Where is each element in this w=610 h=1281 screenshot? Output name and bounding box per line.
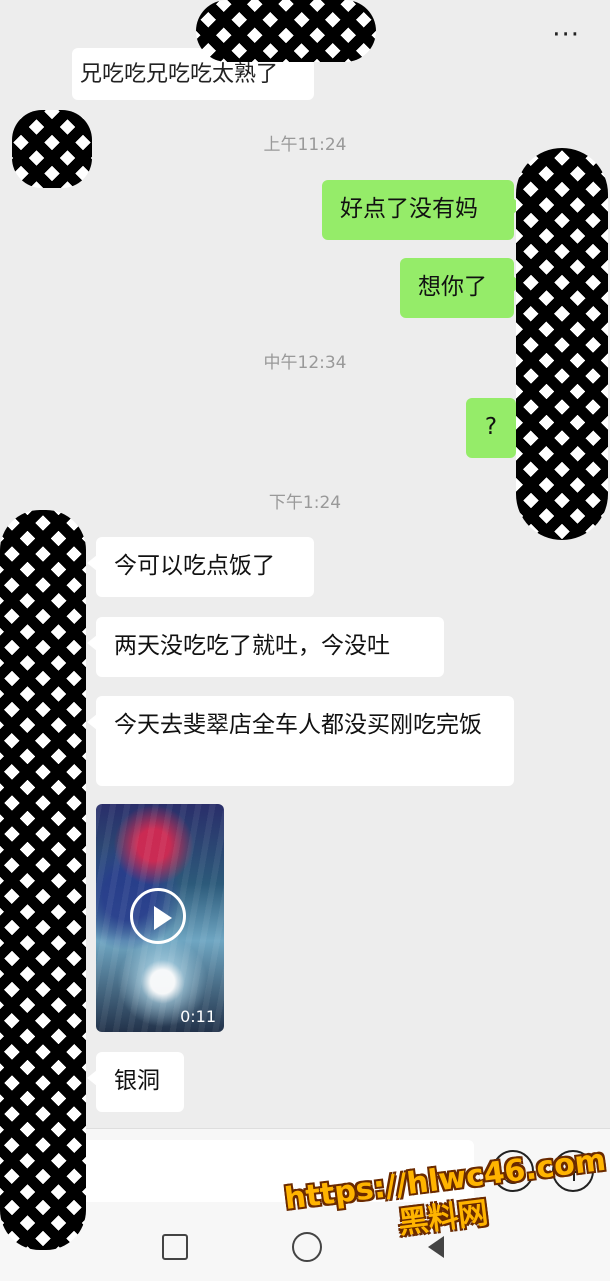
- incoming-message[interactable]: 银洞: [87, 1052, 184, 1112]
- redaction-pattern: [196, 0, 376, 62]
- play-icon[interactable]: [130, 888, 186, 944]
- redaction-pattern: [0, 510, 86, 1250]
- incoming-message[interactable]: 今可以吃点饭了: [87, 537, 314, 597]
- video-duration: 0:11: [180, 1007, 216, 1026]
- incoming-message[interactable]: 两天没吃吃了就吐，今没吐: [87, 617, 444, 677]
- incoming-message[interactable]: 今天去斐翠店全车人都没买刚吃完饭: [87, 696, 514, 786]
- video-message[interactable]: 0:11: [96, 804, 224, 1032]
- redaction-pattern: [516, 148, 608, 540]
- outgoing-message[interactable]: 好点了没有妈: [322, 180, 523, 240]
- more-icon[interactable]: ···: [552, 20, 580, 50]
- redaction-pattern: [12, 110, 92, 188]
- outgoing-message[interactable]: 想你了: [400, 258, 523, 318]
- outgoing-message[interactable]: ?: [466, 398, 525, 458]
- nav-square-icon[interactable]: [162, 1234, 188, 1260]
